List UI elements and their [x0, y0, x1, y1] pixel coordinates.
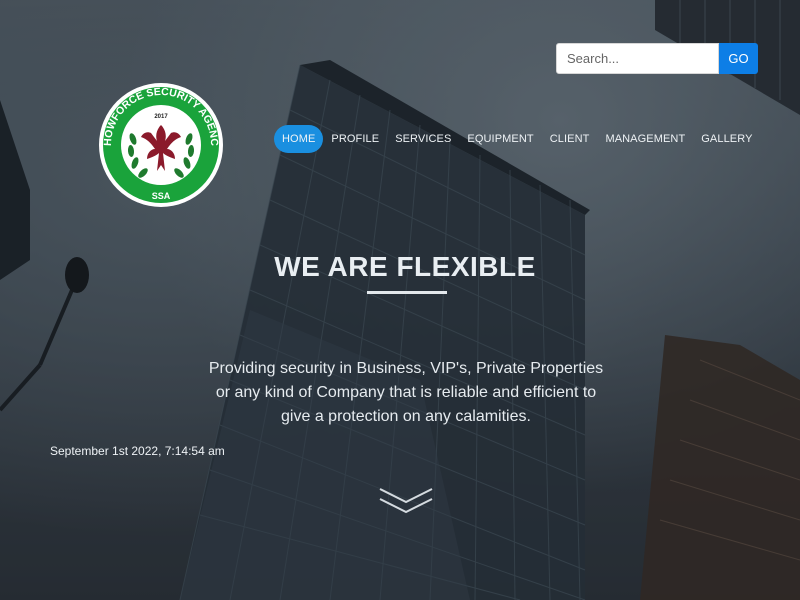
- nav-item-equipment[interactable]: EQUIPMENT: [459, 125, 541, 153]
- nav-item-client[interactable]: CLIENT: [542, 125, 598, 153]
- current-datetime: September 1st 2022, 7:14:54 am: [50, 444, 225, 458]
- nav-item-profile[interactable]: PROFILE: [323, 125, 387, 153]
- hero-divider: [367, 291, 447, 294]
- site-logo[interactable]: SHOWFORCE SECURITY AGENCY SSA 2017: [93, 72, 225, 209]
- search-input[interactable]: [556, 43, 719, 74]
- search-form: GO: [556, 43, 758, 74]
- nav-item-gallery[interactable]: GALLERY: [693, 125, 760, 153]
- main-nav: HOME PROFILE SERVICES EQUIPMENT CLIENT M…: [274, 125, 761, 153]
- logo-text-bottom: SSA: [152, 191, 171, 201]
- search-go-button[interactable]: GO: [719, 43, 758, 74]
- hero-title: WE ARE FLEXIBLE: [274, 251, 536, 282]
- nav-item-services[interactable]: SERVICES: [387, 125, 459, 153]
- hero-description: Providing security in Business, VIP's, P…: [208, 360, 604, 425]
- logo-year: 2017: [154, 114, 168, 120]
- nav-item-management[interactable]: MANAGEMENT: [597, 125, 693, 153]
- nav-item-home[interactable]: HOME: [274, 125, 324, 153]
- chevron-double-down-icon[interactable]: [377, 486, 435, 516]
